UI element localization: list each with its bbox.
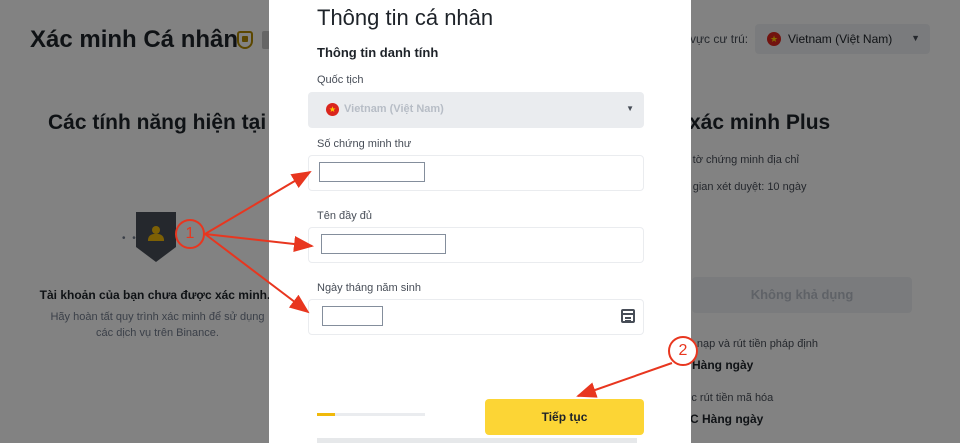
full-name-input[interactable] — [321, 234, 446, 254]
step-1-marker: 1 — [175, 219, 205, 249]
id-number-field[interactable] — [308, 155, 644, 191]
calendar-icon[interactable] — [621, 309, 635, 323]
full-name-field[interactable] — [308, 227, 644, 263]
dob-label: Ngày tháng năm sinh — [317, 282, 421, 294]
vietnam-flag-icon: ★ — [326, 103, 339, 116]
progress-bar — [317, 413, 425, 416]
nationality-label: Quốc tịch — [317, 74, 364, 86]
dob-field[interactable] — [308, 299, 644, 335]
modal-title: Thông tin cá nhân — [317, 5, 494, 30]
nationality-value: Vietnam (Việt Nam) — [344, 103, 444, 115]
id-number-label: Số chứng minh thư — [317, 138, 412, 150]
chevron-down-icon: ▼ — [626, 104, 634, 113]
step-2-marker: 2 — [668, 336, 698, 366]
personal-info-modal: Thông tin cá nhân Thông tin danh tính Qu… — [269, 0, 691, 443]
identity-section-heading: Thông tin danh tính — [317, 45, 439, 60]
full-name-label: Tên đầy đủ — [317, 210, 373, 222]
terms-row — [317, 438, 637, 443]
dob-input[interactable] — [322, 306, 383, 326]
progress-fill — [317, 413, 336, 416]
continue-button[interactable]: Tiếp tục — [485, 399, 644, 435]
nationality-select[interactable]: ★ Vietnam (Việt Nam) ▼ — [308, 92, 644, 128]
id-number-input[interactable] — [319, 162, 425, 182]
